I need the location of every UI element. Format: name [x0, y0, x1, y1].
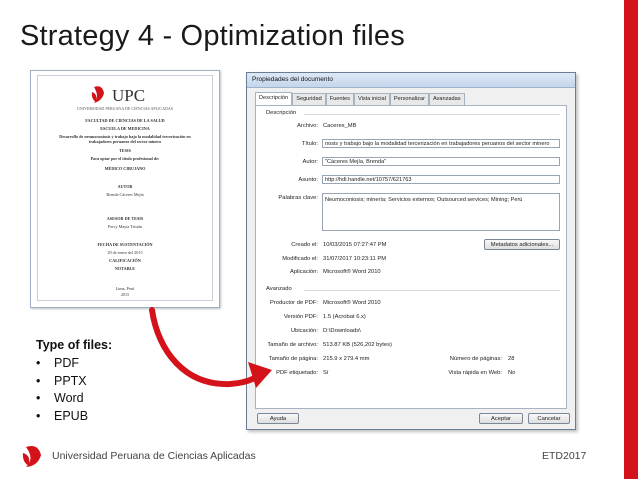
- list-item: • PPTX: [36, 373, 88, 391]
- divider: [304, 114, 560, 115]
- bullet-icon: •: [36, 391, 41, 405]
- cover-line: AUTOR: [117, 184, 133, 189]
- advanced-group-label: Avanzado: [266, 286, 292, 292]
- cover-line: trabajadores peruanos del sector minero: [88, 139, 162, 144]
- help-button[interactable]: Ayuda: [257, 413, 299, 424]
- tagged-pdf-value: Sí: [323, 370, 329, 376]
- tab-description[interactable]: Descripción: [255, 92, 293, 106]
- tab-initial-view[interactable]: Vista inicial: [353, 93, 390, 105]
- file-type-label: PPTX: [54, 373, 87, 388]
- keywords-label: Palabras clave:: [278, 195, 318, 201]
- cover-line: Brenda Cáceres Mejía: [106, 192, 144, 197]
- author-label: Autor:: [302, 159, 318, 165]
- file-type-label: EPUB: [54, 408, 89, 423]
- tab-advanced[interactable]: Avanzadas: [428, 93, 465, 105]
- created-label: Creado el:: [291, 242, 318, 248]
- tab-security[interactable]: Seguridad: [292, 93, 326, 105]
- file-type-label: PDF: [54, 356, 79, 370]
- bullet-icon: •: [36, 408, 41, 423]
- cover-line: FACULTAD DE CIENCIAS DE LA SALUD: [85, 118, 165, 123]
- modified-value: 31/07/2017 10:23:11 PM: [323, 256, 387, 262]
- file-types-list: • PDF • PPTX • Word • EPUB: [36, 355, 88, 425]
- upc-logo-text: UPC: [112, 86, 145, 105]
- curved-arrow-icon: [149, 307, 272, 388]
- keywords-field[interactable]: Neumoconiosis; minería; Servicios extern…: [322, 193, 560, 231]
- author-field[interactable]: "Cáceres Mejía, Brenda": [322, 157, 560, 166]
- fast-web-view-value: No: [508, 370, 516, 376]
- file-type-label: Word: [54, 391, 84, 405]
- footer-university: Universidad Peruana de Ciencias Aplicada…: [52, 450, 256, 462]
- list-item: • EPUB: [36, 408, 88, 426]
- created-value: 10/03/2015 07:27:47 PM: [323, 242, 387, 248]
- cover-line: ASESOR DE TESIS: [106, 216, 144, 221]
- cover-line: CALIFICACIÓN: [109, 258, 141, 263]
- fast-web-view-label: Vista rápida en Web:: [448, 370, 502, 376]
- title-field[interactable]: nosis y trabajo bajo la modalidad tercer…: [322, 139, 560, 148]
- thesis-cover-page: UPC UNIVERSIDAD PERUANA DE CIENCIAS APLI…: [30, 70, 220, 308]
- location-value: D:\Downloads\: [323, 328, 361, 334]
- dialog-title: Propiedades del documento: [252, 76, 333, 83]
- upc-logo: UPC: [91, 86, 145, 105]
- page-count-value: 28: [508, 356, 515, 362]
- footer-event: ETD2017: [542, 450, 587, 462]
- tab-custom[interactable]: Personalizar: [389, 93, 429, 105]
- additional-metadata-button[interactable]: Metadatos adicionales...: [484, 239, 560, 250]
- subject-field[interactable]: http://hdl.handle.net/10757/621763: [322, 175, 560, 184]
- bullet-icon: •: [36, 373, 41, 388]
- cover-line: Lima, Perú: [115, 286, 135, 291]
- application-label: Aplicación:: [289, 269, 318, 275]
- cover-border: UPC UNIVERSIDAD PERUANA DE CIENCIAS APLI…: [37, 75, 213, 301]
- accent-bar: [624, 0, 638, 479]
- dialog-titlebar[interactable]: Propiedades del documento: [247, 73, 575, 88]
- logo-subtitle: UNIVERSIDAD PERUANA DE CIENCIAS APLICADA…: [76, 106, 173, 111]
- description-panel: Descripción Archivo: Caceres_MB Título: …: [255, 105, 567, 409]
- modified-label: Modificado el:: [282, 256, 318, 262]
- list-item: • PDF: [36, 355, 88, 373]
- cover-line: TESIS: [119, 148, 131, 153]
- cover-line: MÉDICO CIRUJANO: [104, 166, 146, 171]
- dialog-tabs: Descripción Seguridad Fuentes Vista inic…: [255, 92, 465, 106]
- pdf-producer-value: Microsoft® Word 2010: [323, 300, 381, 306]
- list-item: • Word: [36, 390, 88, 408]
- file-types-title: Type of files:: [36, 338, 113, 352]
- bullet-icon: •: [36, 356, 41, 370]
- slide-title: Strategy 4 - Optimization files: [20, 20, 405, 52]
- cover-line: NOTABLE: [114, 266, 136, 271]
- application-value: Microsoft® Word 2010: [323, 269, 381, 275]
- cover-line: Para optar por el título profesional de:: [90, 156, 160, 161]
- file-value: Caceres_MB: [323, 123, 357, 129]
- cover-line: ESCUELA DE MEDICINA: [100, 126, 150, 131]
- page-count-label: Número de páginas:: [449, 356, 502, 362]
- document-properties-dialog: Propiedades del documento Descripción Se…: [246, 72, 576, 430]
- tab-fonts[interactable]: Fuentes: [325, 93, 354, 105]
- title-label: Título:: [301, 141, 318, 147]
- pdf-version-value: 1.5 (Acrobat 6.x): [323, 314, 366, 320]
- description-group-label: Descripción: [266, 110, 297, 116]
- file-size-value: 513.87 KB (526,202 bytes): [323, 342, 392, 348]
- cover-line: 29 de enero del 2015: [107, 250, 143, 255]
- subject-label: Asunto:: [298, 177, 318, 183]
- ok-button[interactable]: Aceptar: [479, 413, 523, 424]
- cover-line: FECHA DE SUSTENTACIÓN: [97, 242, 153, 247]
- file-label: Archivo:: [297, 123, 318, 129]
- upc-footer-logo-icon: [22, 446, 41, 467]
- page-size-value: 215.9 x 279.4 mm: [323, 356, 370, 362]
- divider: [304, 290, 560, 291]
- cancel-button[interactable]: Cancelar: [528, 413, 570, 424]
- cover-line: Percy Mayta Tristán: [108, 224, 142, 229]
